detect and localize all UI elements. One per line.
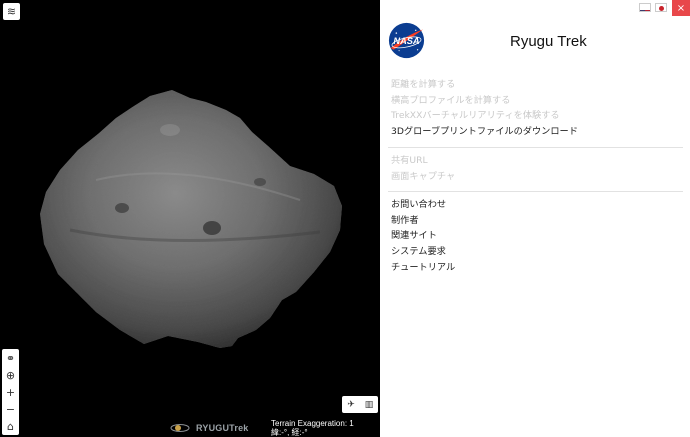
- menu-item-calc-elevation-profile[interactable]: 横高プロファイルを計算する: [391, 93, 578, 109]
- menu-item-contact[interactable]: お問い合わせ: [391, 197, 455, 213]
- layers-icon: ≋: [6, 5, 17, 18]
- menu-item-credits[interactable]: 制作者: [391, 213, 455, 229]
- home-button[interactable]: ⌂: [2, 418, 19, 435]
- zoom-out-button[interactable]: −: [2, 401, 19, 418]
- menu-item-calc-distance[interactable]: 距離を計算する: [391, 77, 578, 93]
- close-icon: ×: [676, 2, 686, 14]
- menu-item-tutorial[interactable]: チュートリアル: [391, 260, 455, 276]
- view-mode-controls: ✈ ▥: [342, 396, 378, 413]
- zoom-in-button[interactable]: +: [2, 384, 19, 401]
- vr-button[interactable]: ⚭: [2, 350, 19, 367]
- map-mode-button[interactable]: ▥: [360, 396, 378, 413]
- logo-text: RYUGUTrek: [196, 423, 249, 433]
- ryugu-asteroid-render[interactable]: [0, 0, 380, 437]
- svg-text:NASA: NASA: [393, 36, 420, 46]
- map-controls: ⚭ ⊕ + − ⌂: [2, 349, 19, 435]
- layers-button[interactable]: ≋: [3, 3, 20, 20]
- menu-item-screen-capture[interactable]: 画面キャプチャ: [391, 169, 455, 185]
- side-panel: × NASA Ryugu Trek 距離を計算する 横高プロファイルを計算する …: [380, 0, 690, 437]
- menu-item-share-url[interactable]: 共有URL: [391, 153, 455, 169]
- panel-title: Ryugu Trek: [510, 33, 587, 50]
- terrain-exaggeration-text: Terrain Exaggeration: 1: [271, 419, 354, 428]
- close-button[interactable]: ×: [672, 0, 690, 16]
- coordinate-readout: Terrain Exaggeration: 1 緯:-°, 経:-°: [271, 419, 354, 437]
- menu-item-related-sites[interactable]: 関連サイト: [391, 228, 455, 244]
- home-icon: ⌂: [7, 420, 14, 433]
- menu-divider: [388, 147, 683, 148]
- map-icon: ▥: [364, 399, 374, 410]
- ryugutrek-logo: RYUGUTrek: [170, 420, 248, 436]
- menu-item-3d-print-download[interactable]: 3Dグローブプリントファイルのダウンロード: [391, 124, 578, 140]
- tools-menu: 距離を計算する 横高プロファイルを計算する TrekXXバーチャルリアリティを体…: [391, 77, 578, 140]
- fly-mode-button[interactable]: ✈: [342, 396, 360, 413]
- us-flag-icon: [640, 10, 650, 11]
- airplane-icon: ✈: [347, 399, 355, 410]
- language-ja-button[interactable]: [655, 3, 667, 12]
- info-menu: お問い合わせ 制作者 関連サイト システム要求 チュートリアル: [391, 197, 455, 276]
- menu-divider: [388, 191, 683, 192]
- share-menu: 共有URL 画面キャプチャ: [391, 153, 455, 184]
- globe-viewer[interactable]: ≋ ⚭ ⊕ + − ⌂ ✈ ▥ RYUGUTrek Terrain Exagge…: [0, 0, 380, 437]
- language-en-button[interactable]: [639, 3, 651, 12]
- vr-goggles-icon: ⚭: [5, 352, 16, 365]
- menu-item-system-requirements[interactable]: システム要求: [391, 244, 455, 260]
- menu-item-vr-experience[interactable]: TrekXXバーチャルリアリティを体験する: [391, 108, 578, 124]
- lat-lon-text: 緯:-°, 経:-°: [271, 428, 308, 437]
- nasa-logo: NASA: [388, 22, 425, 59]
- globe-icon: ⊕: [5, 369, 16, 382]
- globe-button[interactable]: ⊕: [2, 367, 19, 384]
- hayabusa-icon: [170, 424, 190, 432]
- zoom-in-icon: +: [5, 386, 16, 399]
- zoom-out-icon: −: [5, 403, 16, 416]
